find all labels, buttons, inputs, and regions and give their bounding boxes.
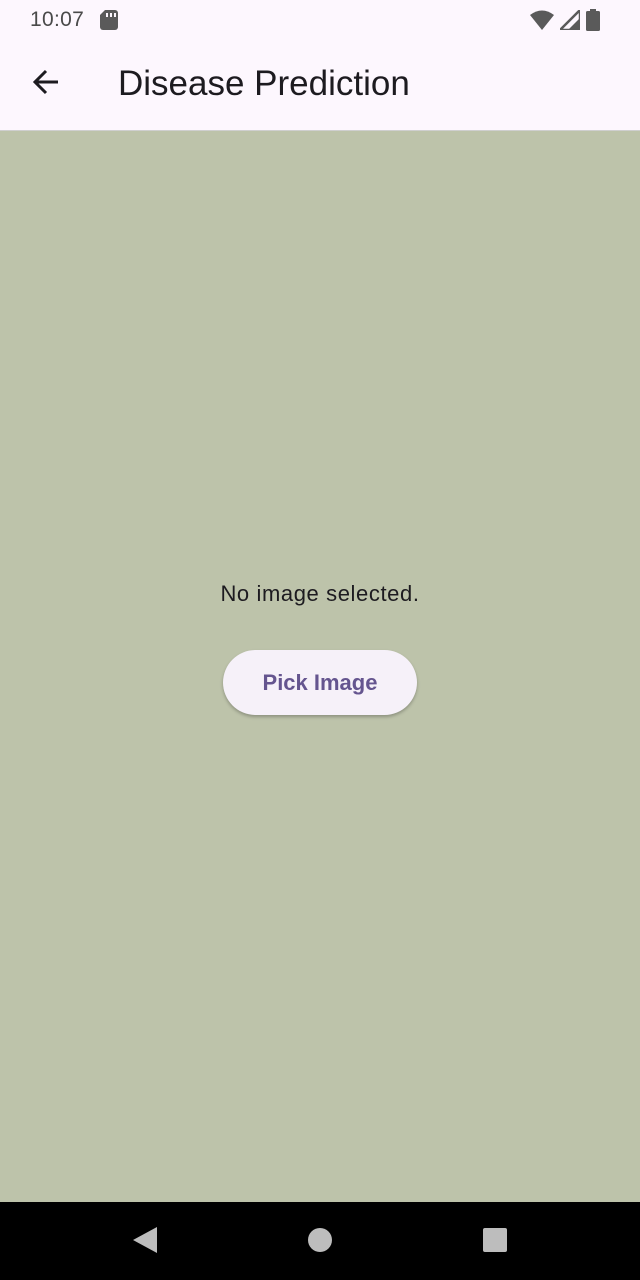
no-image-status-text: No image selected. — [220, 581, 420, 606]
battery-icon — [586, 9, 600, 36]
wifi-icon — [530, 10, 554, 35]
nav-back-button[interactable] — [131, 1226, 159, 1258]
recents-square-icon — [482, 1227, 508, 1258]
page-title: Disease Prediction — [118, 64, 410, 103]
sd-card-icon — [100, 10, 118, 35]
back-triangle-icon — [133, 1226, 157, 1258]
nav-home-button[interactable] — [306, 1227, 334, 1258]
status-icons — [530, 6, 600, 36]
screen: 10:07 Disease Prediction No image select… — [0, 0, 640, 1280]
cell-signal-icon — [556, 6, 582, 35]
arrow-back-icon — [32, 68, 60, 101]
system-nav-bar — [0, 1202, 640, 1280]
pick-image-button[interactable]: Pick Image — [223, 650, 417, 715]
main-content: No image selected. Pick Image — [0, 131, 640, 1202]
status-time: 10:07 — [30, 8, 85, 31]
status-bar: 10:07 — [0, 0, 640, 40]
back-button[interactable] — [22, 60, 70, 108]
app-bar: Disease Prediction — [0, 40, 640, 131]
nav-recents-button[interactable] — [481, 1227, 509, 1258]
home-circle-icon — [307, 1227, 333, 1258]
